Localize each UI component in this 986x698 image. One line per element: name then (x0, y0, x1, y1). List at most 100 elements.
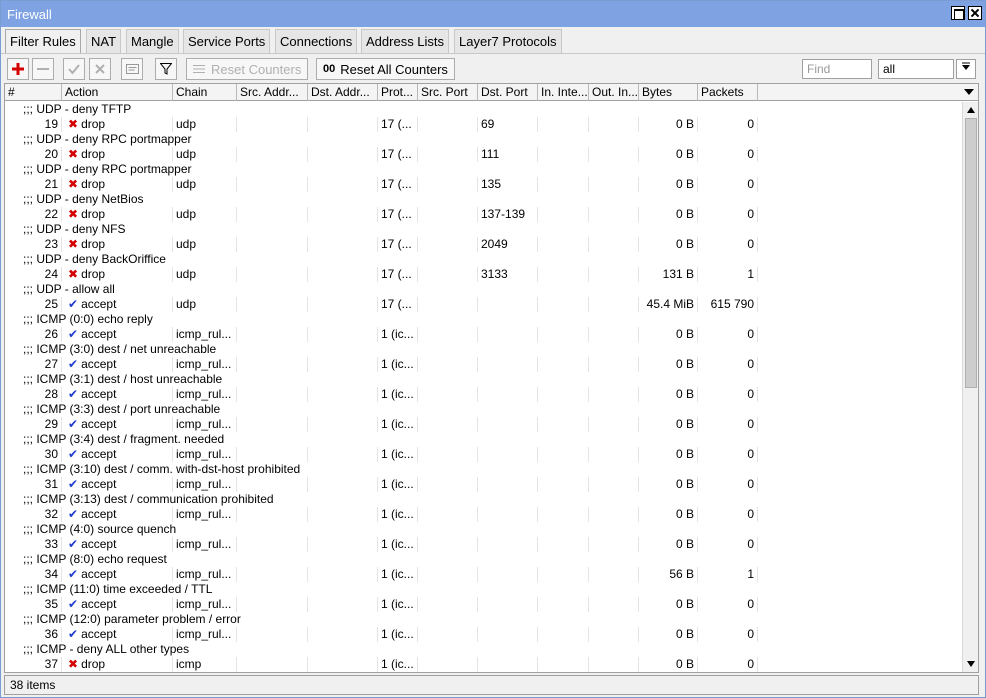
table-row[interactable]: 20 ✖ drop udp 17 (... 111 0 B0 (5, 147, 962, 162)
comment-row[interactable]: ;;; ICMP (11:0) time exceeded / TTL (5, 582, 962, 597)
cell-number: 28 (5, 387, 62, 402)
comment-row[interactable]: ;;; UDP - deny TFTP (5, 102, 962, 117)
comment-row[interactable]: ;;; ICMP (3:10) dest / comm. with-dst-ho… (5, 462, 962, 477)
col-in-interface[interactable]: In. Inte... (538, 84, 589, 101)
table-row[interactable]: 21 ✖ drop udp 17 (... 135 0 B0 (5, 177, 962, 192)
enable-button[interactable] (63, 58, 85, 80)
close-button[interactable] (968, 6, 982, 20)
scroll-thumb[interactable] (965, 118, 977, 388)
cell-out-interface (589, 297, 639, 312)
table-row[interactable]: 29 ✔ accept icmp_rul... 1 (ic... 0 B0 (5, 417, 962, 432)
drop-icon: ✖ (68, 267, 79, 281)
tab-layer7-protocols[interactable]: Layer7 Protocols (454, 29, 562, 53)
table-row[interactable]: 37 ✖ drop icmp 1 (ic... 0 B0 (5, 657, 962, 672)
scroll-up-icon[interactable] (967, 107, 975, 113)
counter-icon: 00 (323, 63, 336, 75)
disable-button[interactable] (89, 58, 111, 80)
reset-all-counters-button[interactable]: 00 Reset All Counters (316, 58, 455, 80)
comment-row[interactable]: ;;; UDP - allow all (5, 282, 962, 297)
col-packets[interactable]: Packets (698, 84, 758, 101)
table-row[interactable]: 23 ✖ drop udp 17 (... 2049 0 B0 (5, 237, 962, 252)
minus-icon (37, 68, 49, 70)
comment-row[interactable]: ;;; ICMP (4:0) source quench (5, 522, 962, 537)
reset-counters-button[interactable]: Reset Counters (186, 58, 309, 80)
table-row[interactable]: 27 ✔ accept icmp_rul... 1 (ic... 0 B0 (5, 357, 962, 372)
table-row[interactable]: 30 ✔ accept icmp_rul... 1 (ic... 0 B0 (5, 447, 962, 462)
col-src-port[interactable]: Src. Port (418, 84, 478, 101)
table-row[interactable]: 35 ✔ accept icmp_rul... 1 (ic... 0 B0 (5, 597, 962, 612)
action-label: drop (81, 117, 106, 131)
tab-address-lists[interactable]: Address Lists (361, 29, 450, 53)
cell-dst-port: 137-139 (478, 207, 538, 222)
cell-packets: 0 (698, 507, 758, 522)
cell-packets: 1 (698, 567, 758, 582)
comment-row[interactable]: ;;; UDP - deny BackOriffice (5, 252, 962, 267)
cell-packets: 0 (698, 207, 758, 222)
find-input[interactable]: Find (802, 59, 872, 79)
table-row[interactable]: 36 ✔ accept icmp_rul... 1 (ic... 0 B0 (5, 627, 962, 642)
col-out-interface[interactable]: Out. In... (589, 84, 639, 101)
table-row[interactable]: 22 ✖ drop udp 17 (... 137-139 0 B0 (5, 207, 962, 222)
filter-button[interactable] (155, 58, 177, 80)
comment-row[interactable]: ;;; ICMP (8:0) echo request (5, 552, 962, 567)
remove-button[interactable] (32, 58, 54, 80)
title-bar[interactable]: Firewall (1, 1, 985, 27)
table-row[interactable]: 33 ✔ accept icmp_rul... 1 (ic... 0 B0 (5, 537, 962, 552)
table-row[interactable]: 28 ✔ accept icmp_rul... 1 (ic... 0 B0 (5, 387, 962, 402)
comment-row[interactable]: ;;; UDP - deny RPC portmapper (5, 162, 962, 177)
filter-select[interactable]: all (878, 59, 954, 79)
table-row[interactable]: 32 ✔ accept icmp_rul... 1 (ic... 0 B0 (5, 507, 962, 522)
col-protocol[interactable]: Prot... (378, 84, 418, 101)
comment-row[interactable]: ;;; ICMP (12:0) parameter problem / erro… (5, 612, 962, 627)
comment-row[interactable]: ;;; ICMP (3:13) dest / communication pro… (5, 492, 962, 507)
comment-row[interactable]: ;;; ICMP (3:1) dest / host unreachable (5, 372, 962, 387)
table-row[interactable]: 24 ✖ drop udp 17 (... 3133 131 B1 (5, 267, 962, 282)
cell-number: 30 (5, 447, 62, 462)
cell-number: 21 (5, 177, 62, 192)
cell-bytes: 0 B (639, 477, 698, 492)
tab-filter-rules[interactable]: Filter Rules (5, 29, 81, 54)
comment-row[interactable]: ;;; ICMP (3:4) dest / fragment. needed (5, 432, 962, 447)
comment-row[interactable]: ;;; ICMP (0:0) echo reply (5, 312, 962, 327)
col-number[interactable]: # (5, 84, 62, 101)
col-src-address[interactable]: Src. Addr... (237, 84, 308, 101)
tab-mangle[interactable]: Mangle (126, 29, 179, 53)
table-row[interactable]: 19 ✖ drop udp 17 (... 69 0 B0 (5, 117, 962, 132)
drop-icon: ✖ (68, 657, 79, 671)
cell-dst-address (308, 507, 378, 522)
table-row[interactable]: 25 ✔ accept udp 17 (... 45.4 MiB 615 790 (5, 297, 962, 312)
comment-button[interactable] (121, 58, 143, 80)
filter-dropdown-button[interactable] (956, 59, 976, 79)
col-action[interactable]: Action (62, 84, 173, 101)
action-label: drop (81, 177, 106, 191)
cell-number: 32 (5, 507, 62, 522)
add-button[interactable] (7, 58, 29, 80)
tab-service-ports[interactable]: Service Ports (183, 29, 271, 53)
cell-in-interface (538, 207, 589, 222)
cell-dst-address (308, 447, 378, 462)
col-chain[interactable]: Chain (173, 84, 237, 101)
comment-row[interactable]: ;;; UDP - deny RPC portmapper (5, 132, 962, 147)
comment-row[interactable]: ;;; ICMP - deny ALL other types (5, 642, 962, 657)
table-row[interactable]: 26 ✔ accept icmp_rul... 1 (ic... 0 B0 (5, 327, 962, 342)
comment-row[interactable]: ;;; ICMP (3:0) dest / net unreachable (5, 342, 962, 357)
cell-dst-address (308, 627, 378, 642)
table-row[interactable]: 31 ✔ accept icmp_rul... 1 (ic... 0 B0 (5, 477, 962, 492)
col-bytes[interactable]: Bytes (639, 84, 698, 101)
maximize-button[interactable] (951, 6, 965, 20)
comment-row[interactable]: ;;; UDP - deny NetBios (5, 192, 962, 207)
scroll-down-icon[interactable] (967, 661, 975, 667)
columns-menu-arrow-icon[interactable] (964, 89, 974, 95)
tab-connections[interactable]: Connections (275, 29, 358, 53)
tab-nat[interactable]: NAT (86, 29, 122, 53)
comment-row[interactable]: ;;; ICMP (3:3) dest / port unreachable (5, 402, 962, 417)
cell-in-interface (538, 117, 589, 132)
col-dst-port[interactable]: Dst. Port (478, 84, 538, 101)
cell-action: ✔ accept (62, 297, 173, 312)
cell-action: ✔ accept (62, 537, 173, 552)
comment-row[interactable]: ;;; UDP - deny NFS (5, 222, 962, 237)
vertical-scrollbar[interactable] (962, 102, 978, 672)
table-row[interactable]: 34 ✔ accept icmp_rul... 1 (ic... 56 B1 (5, 567, 962, 582)
col-dst-address[interactable]: Dst. Addr... (308, 84, 378, 101)
cell-packets: 0 (698, 387, 758, 402)
